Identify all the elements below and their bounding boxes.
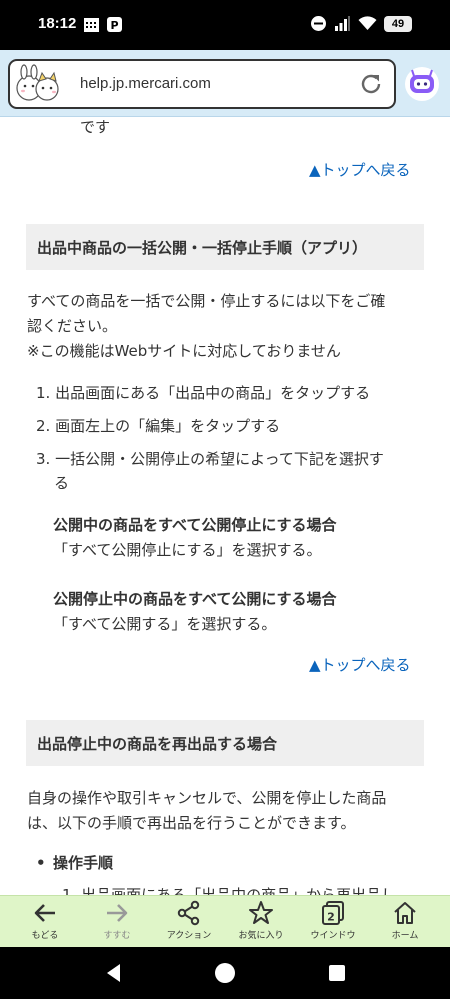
toolbar-label: すすむ — [103, 930, 131, 940]
step-item-continued: る — [54, 474, 70, 492]
procedure-label: 操作手順 — [53, 854, 114, 872]
back-arrow-icon — [34, 904, 55, 922]
toolbar-label: ホーム — [391, 930, 419, 940]
section-intro-line: は、以下の手順で再出品を行うことができます。 — [27, 814, 356, 832]
back-to-top-link[interactable]: ▲トップへ戻る — [309, 160, 411, 180]
toolbar-label: ウインドウ — [310, 930, 356, 940]
nav-recents-icon[interactable] — [325, 961, 349, 985]
status-icons: 49 — [310, 15, 412, 32]
step-item: 1. 出品画面にある「出品中の商品」をタップする — [36, 384, 371, 402]
back-button[interactable]: もどる — [15, 900, 75, 946]
section-intro-line: すべての商品を一括で公開・停止するには以下をご確 — [27, 292, 386, 310]
step-item: 2. 画面左上の「編集」をタップする — [36, 417, 281, 435]
section-heading-bulk-publish: 出品中商品の一括公開・一括停止手順（アプリ） — [26, 224, 424, 270]
status-bar: 18:12 P 49 — [0, 0, 450, 50]
step-item: 3. 一括公開・公開停止の希望によって下記を選択す — [36, 450, 384, 468]
section-title: 出品中商品の一括公開・一括停止手順（アプリ） — [37, 239, 368, 257]
address-bar[interactable]: help.jp.mercari.com — [8, 59, 396, 109]
dnd-icon — [311, 16, 326, 31]
browser-bar: help.jp.mercari.com — [0, 50, 450, 117]
back-to-top-link[interactable]: ▲トップへ戻る — [309, 655, 411, 675]
window-icon: 2 — [322, 901, 344, 925]
home-icon — [394, 902, 416, 924]
svg-text:P: P — [110, 19, 118, 32]
page-content: です ▲トップへ戻る 出品中商品の一括公開・一括停止手順（アプリ） すべての商品… — [0, 117, 450, 895]
battery-indicator: 49 — [384, 15, 412, 32]
case-text: 「すべて公開する」を選択する。 — [53, 615, 277, 633]
site-thumbnail-icon — [16, 64, 59, 101]
step-item: 1. 出品画面にある「出品中の商品」から再出品し — [62, 886, 397, 895]
forward-arrow-icon — [107, 904, 128, 922]
nav-home-icon[interactable] — [213, 961, 237, 985]
system-nav-bar — [0, 947, 450, 999]
star-icon — [249, 901, 273, 924]
wifi-icon — [358, 16, 377, 30]
home-button[interactable]: ホーム — [375, 900, 435, 946]
reload-icon[interactable] — [358, 71, 384, 97]
forward-button[interactable]: すすむ — [87, 900, 147, 946]
toolbar-label: アクション — [166, 930, 212, 940]
assistant-app-icon[interactable] — [404, 66, 440, 102]
nav-back-icon[interactable] — [102, 961, 126, 985]
procedure-bullet: • — [36, 854, 46, 872]
browser-toolbar: もどる すすむ アクション お気に入り 2 ウインドウ ホーム — [0, 895, 450, 947]
section-intro-line: 自身の操作や取引キャンセルで、公開を停止した商品 — [27, 789, 387, 807]
action-button[interactable]: アクション — [159, 900, 219, 946]
app-notification-icon: P — [107, 17, 122, 32]
status-time: 18:12 — [38, 15, 77, 32]
case-text: 「すべて公開停止にする」を選択する。 — [53, 541, 322, 559]
window-button[interactable]: 2 ウインドウ — [303, 900, 363, 946]
calendar-icon — [84, 18, 99, 32]
url-text: help.jp.mercari.com — [80, 75, 211, 92]
toolbar-label: お気に入り — [238, 930, 284, 940]
section-heading-relist: 出品停止中の商品を再出品する場合 — [26, 720, 424, 766]
section-note: ※この機能はWebサイトに対応しておりません — [27, 342, 341, 360]
signal-icon — [335, 16, 350, 31]
text-fragment: です — [80, 118, 111, 136]
case-title: 公開停止中の商品をすべて公開にする場合 — [53, 590, 337, 608]
share-icon — [177, 900, 200, 926]
case-title: 公開中の商品をすべて公開停止にする場合 — [53, 516, 337, 534]
section-title: 出品停止中の商品を再出品する場合 — [37, 735, 278, 753]
toolbar-label: もどる — [31, 930, 59, 940]
window-count: 2 — [327, 911, 335, 924]
favorites-button[interactable]: お気に入り — [231, 900, 291, 946]
section-intro-line: 認ください。 — [27, 317, 118, 335]
